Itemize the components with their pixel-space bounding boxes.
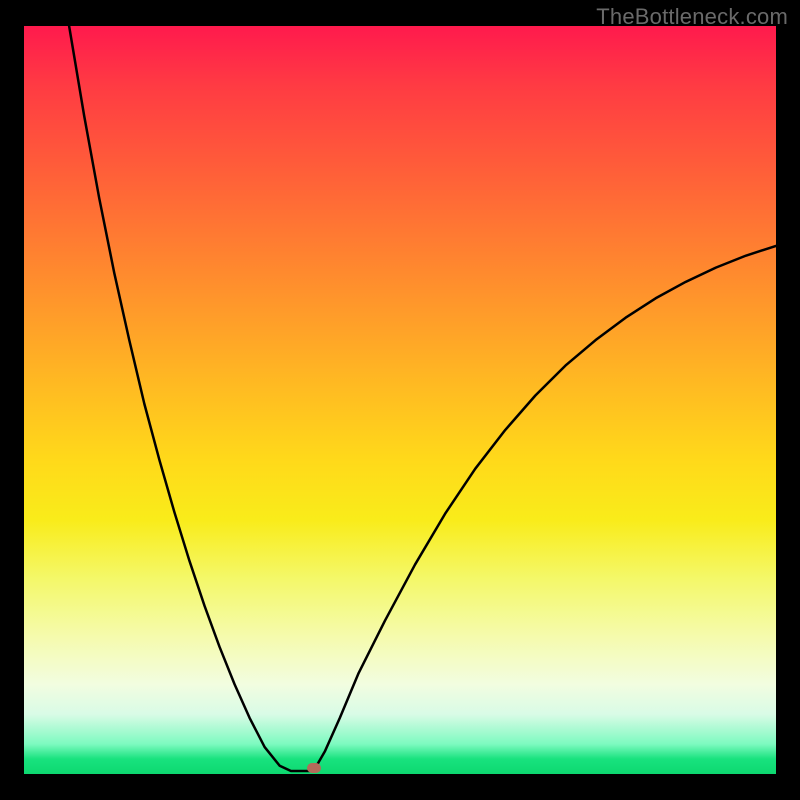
bottleneck-curve — [69, 26, 776, 771]
watermark-text: TheBottleneck.com — [596, 4, 788, 30]
bottleneck-marker — [307, 763, 321, 773]
plot-area — [24, 26, 776, 774]
curve-layer — [24, 26, 776, 774]
chart-frame: TheBottleneck.com — [0, 0, 800, 800]
